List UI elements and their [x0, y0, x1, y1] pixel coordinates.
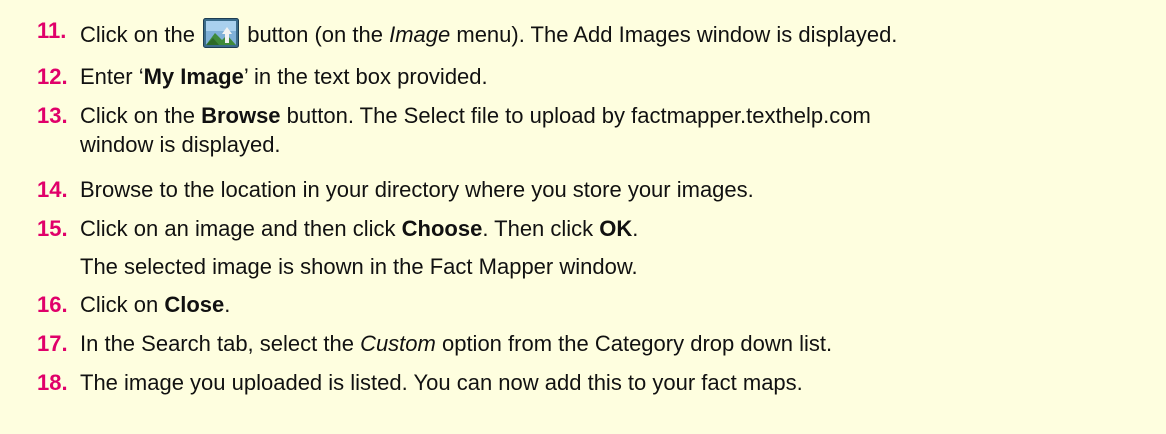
step-text: Click on the Browse button. The Select f…	[80, 103, 871, 128]
step-number: 14.	[37, 177, 68, 202]
step-text: In the Search tab, select the Custom opt…	[80, 331, 833, 356]
step-number: 12.	[37, 64, 68, 89]
step-number: 18.	[37, 370, 68, 395]
step-text: Enter ‘My Image’ in the text box provide…	[80, 64, 488, 89]
step-number: 16.	[37, 292, 68, 317]
step-text: Browse to the location in your directory…	[80, 177, 754, 202]
step-text: Click on Close.	[80, 292, 231, 317]
step-number: 11.	[37, 18, 67, 43]
step-number: 15.	[37, 216, 68, 241]
add-image-icon	[203, 18, 240, 48]
step-number: 17.	[37, 331, 68, 356]
step-text: Click on an image and then click Choose.…	[80, 216, 639, 241]
step-text: The image you uploaded is listed. You ca…	[80, 370, 803, 395]
step-text: Click on the button (on the Image menu).…	[80, 18, 897, 48]
step-number: 13.	[37, 103, 68, 128]
